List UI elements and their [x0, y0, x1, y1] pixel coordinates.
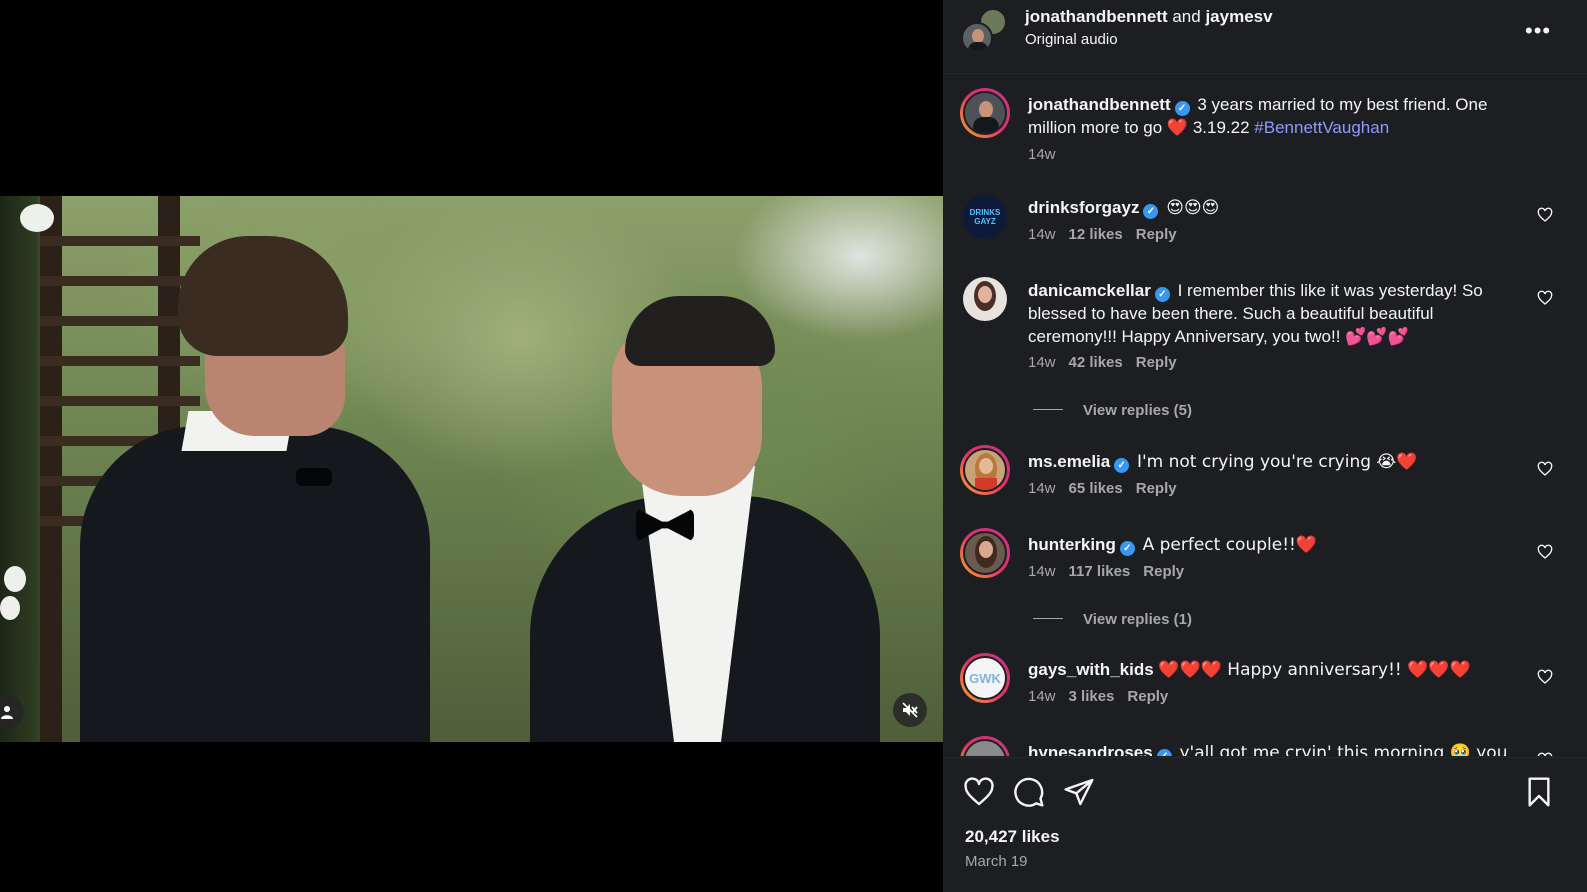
- comment-time[interactable]: 14w: [1028, 226, 1056, 243]
- heart-icon[interactable]: [1537, 669, 1553, 685]
- comment-time[interactable]: 14w: [1028, 688, 1056, 705]
- heart-icon[interactable]: [1537, 544, 1553, 560]
- media-area: [0, 0, 943, 892]
- verified-icon: ✓: [1143, 204, 1159, 219]
- avatar[interactable]: [960, 445, 1010, 495]
- comment-likes[interactable]: 117 likes: [1069, 563, 1131, 580]
- comment-time[interactable]: 14w: [1028, 480, 1056, 497]
- avatar-logo-text: GWK: [969, 670, 1001, 686]
- comment-likes[interactable]: 42 likes: [1069, 354, 1123, 371]
- comment-icon[interactable]: [1013, 776, 1045, 808]
- caption-date: 3.19.22: [1192, 118, 1250, 137]
- video-player[interactable]: [0, 196, 943, 742]
- verified-icon: ✓: [1119, 541, 1135, 556]
- caption-heart: ❤️: [1166, 118, 1189, 138]
- more-options-button[interactable]: •••: [1525, 18, 1551, 44]
- reply-button[interactable]: Reply: [1127, 688, 1168, 705]
- heart-icon[interactable]: [1537, 752, 1553, 756]
- comment-username[interactable]: gays_with_kids: [1028, 660, 1154, 679]
- comment-likes[interactable]: 65 likes: [1069, 480, 1123, 497]
- comment-text: ❤️❤️❤️ Happy anniversary!! ❤️❤️❤️: [1158, 660, 1471, 680]
- verified-icon: ✓: [1154, 287, 1170, 302]
- header-usernames: jonathandbennett and jaymesv: [1025, 7, 1273, 27]
- reply-button[interactable]: Reply: [1136, 480, 1177, 497]
- post-date: March 19: [965, 853, 1028, 870]
- reply-button[interactable]: Reply: [1136, 226, 1177, 243]
- more-icon: •••: [1525, 18, 1552, 43]
- collab-avatars[interactable]: [961, 8, 1007, 54]
- post-header: jonathandbennett and jaymesv Original au…: [943, 0, 1587, 74]
- view-replies-label: View replies (1): [1083, 611, 1192, 628]
- avatar[interactable]: DRINKS GAYZ: [963, 195, 1007, 239]
- heart-icon[interactable]: [963, 776, 995, 808]
- avatar[interactable]: [960, 736, 1010, 756]
- bookmark-icon[interactable]: [1523, 776, 1555, 808]
- comment-likes[interactable]: 3 likes: [1069, 688, 1115, 705]
- comment-text: 😍😍😍: [1166, 198, 1220, 218]
- header-user-1[interactable]: jonathandbennett: [1025, 7, 1168, 26]
- header-joiner: and: [1172, 7, 1201, 26]
- view-replies-button[interactable]: View replies (5): [1033, 402, 1192, 419]
- verified-icon: ✓: [1156, 749, 1172, 756]
- hashtag-link[interactable]: #BennettVaughan: [1254, 118, 1389, 137]
- view-replies-button[interactable]: View replies (1): [1033, 611, 1192, 628]
- comments-list[interactable]: jonathandbennett ✓ 3 years married to my …: [943, 75, 1587, 756]
- verified-icon: ✓: [1114, 458, 1130, 473]
- avatar[interactable]: [960, 528, 1010, 578]
- comment-time[interactable]: 14w: [1028, 563, 1056, 580]
- audio-label[interactable]: Original audio: [1025, 31, 1118, 48]
- avatar-jonathandbennett[interactable]: [961, 22, 993, 54]
- user-tag-icon: [1, 706, 13, 719]
- mute-icon: [902, 702, 918, 718]
- comment-username[interactable]: hunterking: [1028, 535, 1116, 554]
- heart-icon[interactable]: [1537, 290, 1553, 306]
- avatar[interactable]: [963, 277, 1007, 321]
- avatar-logo-text: DRINKS GAYZ: [969, 208, 1001, 226]
- reply-button[interactable]: Reply: [1136, 354, 1177, 371]
- likes-count[interactable]: 20,427 likes: [965, 827, 1060, 847]
- comment-text: I'm not crying you're crying 😭❤️: [1136, 452, 1418, 472]
- comment-username[interactable]: danicamckellar: [1028, 281, 1151, 300]
- comment-likes[interactable]: 12 likes: [1069, 226, 1123, 243]
- comment-username[interactable]: hynesandroses: [1028, 743, 1153, 756]
- post-side-panel: jonathandbennett and jaymesv Original au…: [943, 0, 1587, 892]
- avatar[interactable]: [960, 88, 1010, 138]
- post-actions: 20,427 likes March 19: [943, 757, 1587, 892]
- comment-time[interactable]: 14w: [1028, 146, 1056, 163]
- comment-username[interactable]: drinksforgayz: [1028, 198, 1139, 217]
- header-user-2[interactable]: jaymesv: [1205, 7, 1272, 26]
- verified-icon: ✓: [1174, 101, 1190, 116]
- avatar[interactable]: GWK: [960, 653, 1010, 703]
- mute-button[interactable]: [893, 693, 927, 727]
- comment-text: A perfect couple!!❤️: [1142, 535, 1318, 555]
- share-icon[interactable]: [1063, 776, 1095, 808]
- comment-username[interactable]: ms.emelia: [1028, 452, 1110, 471]
- heart-icon[interactable]: [1537, 207, 1553, 223]
- view-replies-label: View replies (5): [1083, 402, 1192, 419]
- comment-username[interactable]: jonathandbennett: [1028, 95, 1171, 114]
- comment-text: y'all got me cryin' this morning 🥹 you: [1179, 743, 1508, 756]
- heart-icon[interactable]: [1537, 461, 1553, 477]
- reply-button[interactable]: Reply: [1143, 563, 1184, 580]
- comment-time[interactable]: 14w: [1028, 354, 1056, 371]
